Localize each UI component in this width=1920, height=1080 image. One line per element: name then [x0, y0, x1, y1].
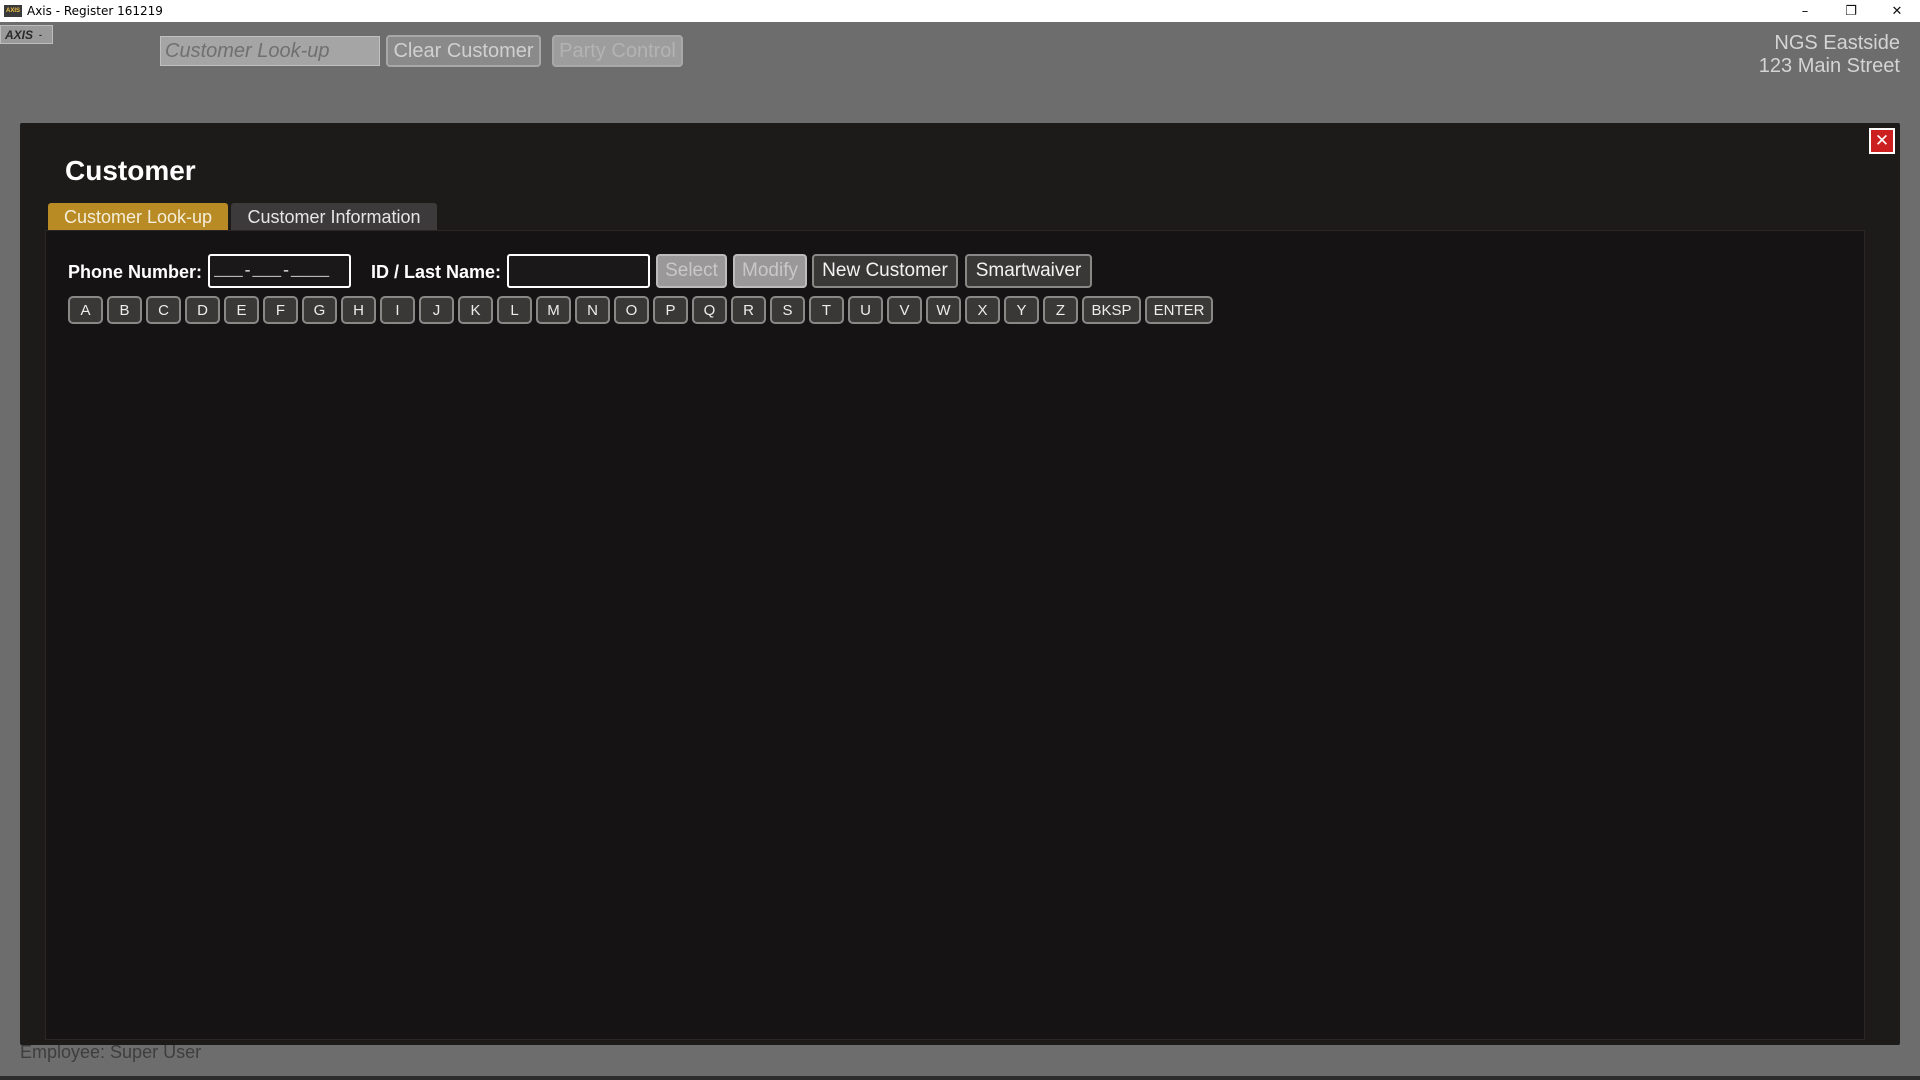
key-y[interactable]: Y [1004, 296, 1039, 324]
key-v[interactable]: V [887, 296, 922, 324]
key-m[interactable]: M [536, 296, 571, 324]
close-icon[interactable]: ✕ [1869, 128, 1895, 154]
key-enter[interactable]: ENTER [1145, 296, 1213, 324]
minimize-button[interactable]: – [1782, 0, 1828, 22]
key-u[interactable]: U [848, 296, 883, 324]
key-s[interactable]: S [770, 296, 805, 324]
window-controls: – ❐ ✕ [1782, 0, 1920, 22]
key-e[interactable]: E [224, 296, 259, 324]
chevron-down-icon: - [39, 29, 43, 40]
bottom-divider [0, 1076, 1920, 1080]
tab-customer-lookup[interactable]: Customer Look-up [48, 203, 228, 231]
key-z[interactable]: Z [1043, 296, 1078, 324]
lookup-panel [45, 230, 1865, 1040]
key-l[interactable]: L [497, 296, 532, 324]
smartwaiver-button[interactable]: Smartwaiver [965, 254, 1092, 288]
key-f[interactable]: F [263, 296, 298, 324]
party-control-button[interactable]: Party Control [552, 35, 683, 67]
modal-title: Customer [65, 155, 196, 186]
window-title-bar: AXIS Axis - Register 161219 – ❐ ✕ [0, 0, 1920, 22]
close-window-button[interactable]: ✕ [1874, 0, 1920, 22]
key-o[interactable]: O [614, 296, 649, 324]
axis-menu-button[interactable]: AXIS - [0, 25, 53, 44]
key-d[interactable]: D [185, 296, 220, 324]
key-b[interactable]: B [107, 296, 142, 324]
key-k[interactable]: K [458, 296, 493, 324]
key-c[interactable]: C [146, 296, 181, 324]
key-g[interactable]: G [302, 296, 337, 324]
modify-button[interactable]: Modify [733, 254, 807, 288]
customer-lookup-input[interactable] [160, 36, 380, 66]
key-h[interactable]: H [341, 296, 376, 324]
phone-number-field[interactable] [208, 254, 351, 288]
id-last-name-label: ID / Last Name: [371, 262, 502, 282]
key-j[interactable]: J [419, 296, 454, 324]
axis-menu-label: AXIS [5, 27, 34, 42]
key-q[interactable]: Q [692, 296, 727, 324]
tab-customer-information[interactable]: Customer Information [231, 203, 437, 231]
key-bksp[interactable]: BKSP [1082, 296, 1141, 324]
key-n[interactable]: N [575, 296, 610, 324]
axis-app-icon: AXIS [4, 5, 22, 17]
key-r[interactable]: R [731, 296, 766, 324]
key-x[interactable]: X [965, 296, 1000, 324]
id-last-name-field[interactable] [507, 254, 650, 288]
key-p[interactable]: P [653, 296, 688, 324]
restore-button[interactable]: ❐ [1828, 0, 1874, 22]
select-button[interactable]: Select [656, 254, 727, 288]
key-i[interactable]: I [380, 296, 415, 324]
window-title: Axis - Register 161219 [27, 4, 163, 18]
store-location: NGS Eastside 123 Main Street [1759, 32, 1900, 78]
key-a[interactable]: A [68, 296, 103, 324]
store-name: NGS Eastside [1774, 32, 1900, 54]
new-customer-button[interactable]: New Customer [812, 254, 958, 288]
key-w[interactable]: W [926, 296, 961, 324]
phone-number-label: Phone Number: [68, 262, 203, 282]
store-address: 123 Main Street [1758, 55, 1900, 77]
key-t[interactable]: T [809, 296, 844, 324]
clear-customer-button[interactable]: Clear Customer [386, 35, 541, 67]
